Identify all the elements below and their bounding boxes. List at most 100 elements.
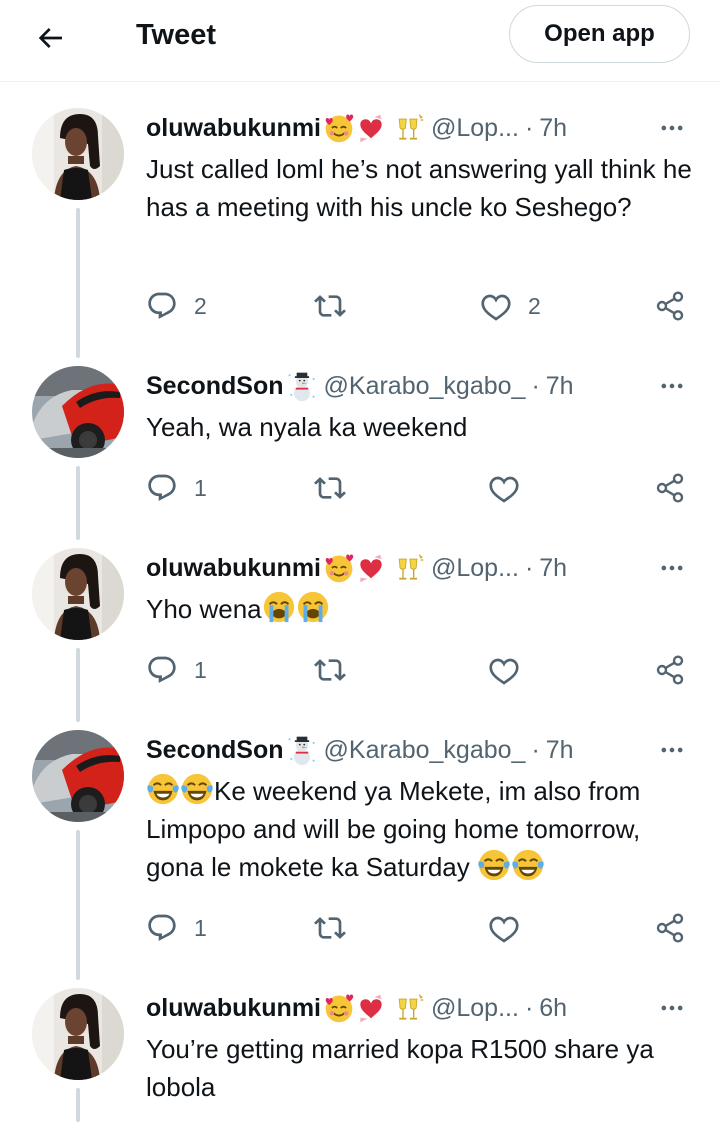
separator-dot: ·: [524, 553, 534, 582]
name-emojis: [286, 734, 318, 766]
face-with-tears-of-joy-icon: [511, 848, 545, 882]
share-icon: [654, 654, 686, 686]
reply-button[interactable]: 1: [146, 908, 207, 948]
tweet-text-container: Yho wena: [146, 590, 692, 628]
avatar[interactable]: [32, 366, 124, 458]
share-button[interactable]: [654, 650, 686, 690]
handle[interactable]: @Lop...: [431, 114, 519, 143]
loudly-crying-face-icon: [296, 590, 330, 624]
tweet-text: gona le mokete ka Saturday: [146, 852, 470, 882]
clinking-glasses-icon: [393, 552, 425, 584]
retweet-button[interactable]: [314, 908, 346, 948]
reply-count: 1: [194, 656, 207, 683]
back-button[interactable]: [28, 16, 72, 60]
separator-dot: ·: [524, 993, 534, 1022]
separator-dot: ·: [531, 735, 540, 764]
more-button[interactable]: [652, 550, 692, 586]
reply-button[interactable]: 1: [146, 650, 207, 690]
more-button[interactable]: [652, 990, 692, 1026]
heart-icon: [488, 654, 520, 686]
smiling-face-with-hearts-icon: [323, 552, 355, 584]
heart-icon: [488, 472, 520, 504]
reply-count: 2: [194, 292, 207, 319]
timestamp[interactable]: 7h: [546, 372, 574, 401]
handle[interactable]: @Karabo_kgabo_: [324, 736, 526, 765]
heart-icon: [488, 912, 520, 944]
timestamp[interactable]: 7h: [539, 554, 567, 583]
heart-with-ribbon-icon: [355, 552, 387, 584]
snowman-icon: [286, 370, 318, 402]
avatar[interactable]: [32, 730, 124, 822]
avatar[interactable]: [32, 548, 124, 640]
tweet-text-line: gona le mokete ka Saturday: [146, 848, 692, 886]
clinking-glasses-icon: [393, 112, 425, 144]
reply-count: 1: [194, 474, 207, 501]
timestamp[interactable]: 7h: [546, 736, 574, 765]
retweet-button[interactable]: [314, 286, 346, 326]
tweet-text: Just called loml he’s not answering yall…: [146, 154, 692, 222]
share-button[interactable]: [654, 286, 686, 326]
page-title: Tweet: [136, 19, 217, 51]
open-app-button[interactable]: Open app: [509, 5, 690, 63]
timestamp[interactable]: 6h: [539, 994, 567, 1023]
smiling-face-with-hearts-icon: [323, 992, 355, 1024]
avatar[interactable]: [32, 108, 124, 200]
like-button[interactable]: [488, 908, 520, 948]
display-name[interactable]: oluwabukunmi: [146, 994, 321, 1023]
smiling-face-with-hearts-icon: [323, 112, 355, 144]
like-button[interactable]: [488, 650, 520, 690]
share-icon: [654, 472, 686, 504]
share-icon: [654, 290, 686, 322]
heart-icon: [480, 290, 512, 322]
like-button[interactable]: 2: [480, 286, 541, 326]
retweet-icon: [314, 654, 346, 686]
arrow-left-icon: [38, 28, 62, 48]
tweet-text-container: Ke weekend ya Mekete, im also from Limpo…: [146, 772, 692, 886]
more-button[interactable]: [652, 732, 692, 768]
reply-icon: [146, 654, 178, 686]
heart-with-ribbon-icon: [355, 992, 387, 1024]
name-emojis: [323, 112, 425, 144]
reply-icon: [146, 912, 178, 944]
tweet-actions: 1: [146, 468, 692, 508]
like-count: 2: [528, 292, 541, 319]
name-emojis: [323, 992, 425, 1024]
like-button[interactable]: [488, 468, 520, 508]
tweet-text: Ke weekend ya Mekete, im also from: [214, 776, 641, 806]
share-button[interactable]: [654, 468, 686, 508]
display-name[interactable]: SecondSon: [146, 736, 284, 765]
thread-line: [76, 1088, 80, 1122]
reply-button[interactable]: 2: [146, 286, 207, 326]
handle[interactable]: @Lop...: [431, 994, 519, 1023]
handle[interactable]: @Karabo_kgabo_: [324, 372, 526, 401]
more-horizontal-icon: [658, 372, 686, 400]
retweet-button[interactable]: [314, 650, 346, 690]
share-button[interactable]: [654, 908, 686, 948]
display-name[interactable]: oluwabukunmi: [146, 114, 321, 143]
loudly-crying-face-icon: [262, 590, 296, 624]
handle[interactable]: @Lop...: [431, 554, 519, 583]
tweet-text: Yeah, wa nyala ka weekend: [146, 412, 468, 442]
retweet-icon: [314, 912, 346, 944]
more-horizontal-icon: [658, 736, 686, 764]
reply-button[interactable]: 1: [146, 468, 207, 508]
face-with-tears-of-joy-icon: [146, 772, 180, 806]
tweet-actions: 1: [146, 908, 692, 948]
reply-count: 1: [194, 914, 207, 941]
face-with-tears-of-joy-icon: [477, 848, 511, 882]
retweet-icon: [314, 472, 346, 504]
avatar[interactable]: [32, 988, 124, 1080]
more-button[interactable]: [652, 110, 692, 146]
thread-line: [76, 208, 80, 358]
reply-icon: [146, 472, 178, 504]
timestamp[interactable]: 7h: [539, 114, 567, 143]
display-name[interactable]: SecondSon: [146, 372, 284, 401]
face-with-tears-of-joy-icon: [180, 772, 214, 806]
top-bar: Tweet Open app: [0, 0, 720, 82]
thread-line: [76, 466, 80, 540]
display-name[interactable]: oluwabukunmi: [146, 554, 321, 583]
thread-line: [76, 830, 80, 980]
retweet-button[interactable]: [314, 468, 346, 508]
more-button[interactable]: [652, 368, 692, 404]
more-horizontal-icon: [658, 554, 686, 582]
